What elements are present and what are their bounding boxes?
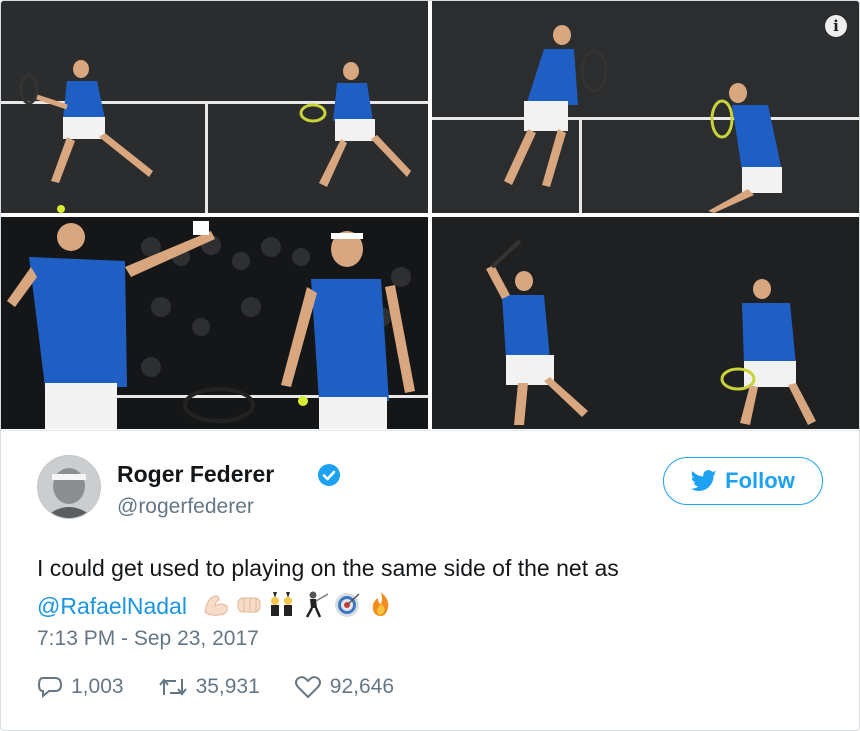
author-name[interactable]: Roger Federer <box>117 461 274 488</box>
twitter-bird-icon <box>691 470 717 491</box>
author-handle[interactable]: @rogerfederer <box>117 495 254 519</box>
media-photo-3[interactable] <box>1 217 428 429</box>
verified-badge-icon <box>318 464 340 486</box>
media-photo-2[interactable] <box>432 1 859 213</box>
direct-hit-icon <box>335 593 360 617</box>
fist-bump-icon <box>237 597 261 613</box>
retweet-count: 35,931 <box>195 675 260 698</box>
retweet-icon <box>158 678 187 696</box>
fire-icon <box>373 592 389 616</box>
media-photo-1[interactable] <box>1 1 428 213</box>
mention-link[interactable]: @RafaelNadal <box>37 593 187 619</box>
tweet-media-grid[interactable]: i <box>1 1 859 429</box>
like-count: 92,646 <box>329 675 395 698</box>
fencer-icon <box>306 591 329 618</box>
tweet-text-body: I could get used to playing on the same … <box>37 555 619 581</box>
info-icon[interactable]: i <box>825 15 847 37</box>
avatar[interactable] <box>37 455 101 519</box>
tweet-card: i Roger Federer @rogerfederer Follow I c… <box>0 0 860 731</box>
people-with-bunny-ears-icon <box>271 592 293 616</box>
reply-count: 1,003 <box>71 675 124 698</box>
follow-label: Follow <box>725 468 795 493</box>
emoji-row <box>201 590 399 618</box>
flexed-biceps-icon <box>204 595 229 616</box>
tweet-body: Roger Federer @rogerfederer Follow I cou… <box>1 430 859 730</box>
follow-button[interactable]: Follow <box>663 457 823 505</box>
reply-icon <box>37 677 63 699</box>
media-photo-4[interactable] <box>432 217 859 429</box>
tweet-text: I could get used to playing on the same … <box>37 549 827 625</box>
reply-action[interactable]: 1,003 <box>37 675 124 699</box>
like-action[interactable]: 92,646 <box>294 675 394 699</box>
tweet-actions: 1,003 35,931 92,646 <box>37 675 428 699</box>
retweet-action[interactable]: 35,931 <box>158 675 260 699</box>
heart-icon <box>294 676 321 699</box>
tweet-timestamp[interactable]: 7:13 PM - Sep 23, 2017 <box>37 627 259 651</box>
